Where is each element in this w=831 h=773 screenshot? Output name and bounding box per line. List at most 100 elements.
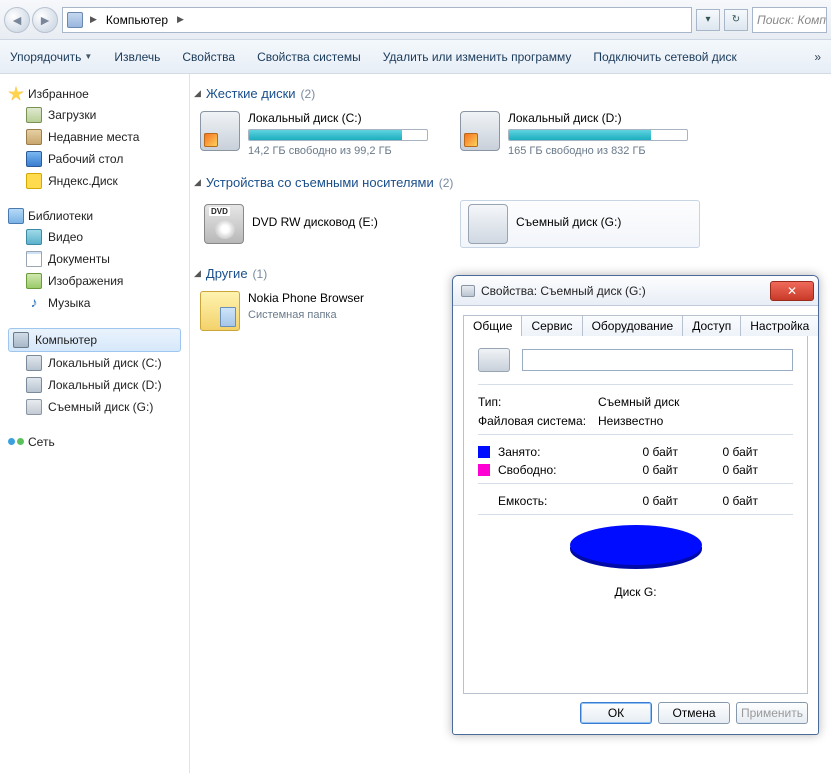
sidebar-music[interactable]: ♪Музыка (8, 292, 189, 314)
navigation-pane: Избранное Загрузки Недавние места Рабочи… (0, 74, 190, 773)
sidebar-drive-d[interactable]: Локальный диск (D:) (8, 374, 189, 396)
used-swatch (478, 446, 490, 458)
toolbar: Упорядочить ▼ Извлечь Свойства Свойства … (0, 40, 831, 74)
close-button[interactable]: ✕ (770, 281, 814, 301)
usage-pie-chart (570, 525, 702, 575)
libraries-icon (8, 208, 24, 224)
tb-map-drive[interactable]: Подключить сетевой диск (593, 50, 736, 64)
drive-c-usage-bar (248, 129, 428, 141)
cancel-button[interactable]: Отмена (658, 702, 730, 724)
free-swatch (478, 464, 490, 476)
apply-button[interactable]: Применить (736, 702, 808, 724)
hdd-icon (200, 111, 240, 151)
group-other-count: (1) (253, 267, 268, 281)
sidebar-drive-c[interactable]: Локальный диск (C:) (8, 352, 189, 374)
sidebar-network[interactable]: Сеть (8, 432, 189, 452)
hdd-icon (26, 355, 42, 371)
tab-hardware[interactable]: Оборудование (582, 315, 684, 336)
crumb-computer[interactable]: Компьютер (104, 13, 170, 27)
collapse-icon[interactable]: ◢ (194, 268, 201, 279)
type-value: Съемный диск (598, 395, 679, 409)
sidebar-images[interactable]: Изображения (8, 270, 189, 292)
downloads-icon (26, 107, 42, 123)
network-icon (8, 434, 24, 450)
properties-dialog: Свойства: Съемный диск (G:) ✕ Общие Серв… (452, 275, 819, 735)
collapse-icon[interactable]: ◢ (194, 177, 201, 188)
drive-icon (478, 348, 510, 372)
drive-c-free: 14,2 ГБ свободно из 99,2 ГБ (248, 145, 440, 157)
sidebar-desktop[interactable]: Рабочий стол (8, 148, 189, 170)
used-human: 0 байт (678, 445, 758, 459)
sidebar-downloads[interactable]: Загрузки (8, 104, 189, 126)
drive-dvd-name: DVD RW дисковод (E:) (252, 215, 378, 229)
tab-general[interactable]: Общие (463, 315, 522, 336)
phone-folder-icon (200, 291, 240, 331)
hdd-icon (26, 377, 42, 393)
tab-access[interactable]: Доступ (682, 315, 741, 336)
tb-properties[interactable]: Свойства (182, 50, 235, 64)
computer-icon (13, 332, 29, 348)
group-removable-count: (2) (439, 176, 454, 190)
forward-button[interactable]: ► (32, 7, 58, 33)
computer-icon (67, 12, 83, 28)
sidebar-drive-g[interactable]: Съемный диск (G:) (8, 396, 189, 418)
ok-button[interactable]: ОК (580, 702, 652, 724)
collapse-icon[interactable]: ◢ (194, 88, 201, 99)
sidebar-yadisk[interactable]: Яндекс.Диск (8, 170, 189, 192)
capacity-human: 0 байт (678, 494, 758, 508)
drive-c-name: Локальный диск (C:) (248, 111, 440, 125)
drive-d-name: Локальный диск (D:) (508, 111, 700, 125)
free-human: 0 байт (678, 463, 758, 477)
drive-c[interactable]: Локальный диск (C:) 14,2 ГБ свободно из … (200, 111, 440, 157)
sidebar-video[interactable]: Видео (8, 226, 189, 248)
free-label: Свободно: (498, 463, 588, 477)
drive-d-usage-bar (508, 129, 688, 141)
recent-icon (26, 129, 42, 145)
dialog-title: Свойства: Съемный диск (G:) (481, 284, 646, 298)
drive-nokia[interactable]: Nokia Phone Browser Системная папка (200, 291, 440, 331)
sidebar-favorites[interactable]: Избранное (8, 84, 189, 104)
tb-system-properties[interactable]: Свойства системы (257, 50, 361, 64)
refresh-button[interactable]: ↻ (724, 9, 748, 31)
sidebar-recent[interactable]: Недавние места (8, 126, 189, 148)
sidebar-libraries[interactable]: Библиотеки (8, 206, 189, 226)
chevron-down-icon: ▼ (84, 52, 92, 61)
tab-service[interactable]: Сервис (521, 315, 582, 336)
desktop-icon (26, 151, 42, 167)
music-icon: ♪ (26, 295, 42, 311)
search-input[interactable]: Поиск: Компьютер (752, 7, 827, 33)
dialog-titlebar[interactable]: Свойства: Съемный диск (G:) ✕ (453, 276, 818, 306)
chevron-right-icon: ▶ (87, 14, 100, 25)
tb-uninstall[interactable]: Удалить или изменить программу (383, 50, 572, 64)
drive-d-free: 165 ГБ свободно из 832 ГБ (508, 145, 700, 157)
address-bar: ◄ ► ▶ Компьютер ▶ ▾ ↻ Поиск: Компьютер (0, 0, 831, 40)
back-button[interactable]: ◄ (4, 7, 30, 33)
document-icon (26, 251, 42, 267)
drive-nokia-name: Nokia Phone Browser (248, 291, 440, 305)
tb-organize[interactable]: Упорядочить ▼ (10, 50, 92, 64)
group-removable-title[interactable]: Устройства со съемными носителями (206, 175, 434, 190)
tab-content-general: Тип:Съемный диск Файловая система:Неизве… (463, 335, 808, 694)
group-hdd-count: (2) (301, 87, 316, 101)
group-hdd-title[interactable]: Жесткие диски (206, 86, 296, 101)
tab-settings[interactable]: Настройка (740, 315, 819, 336)
type-label: Тип: (478, 395, 598, 409)
sidebar-documents[interactable]: Документы (8, 248, 189, 270)
drive-dvd[interactable]: DVD RW дисковод (E:) (200, 200, 440, 248)
used-label: Занято: (498, 445, 588, 459)
tb-overflow[interactable]: » (814, 50, 821, 64)
group-other-title[interactable]: Другие (206, 266, 248, 281)
drive-usb-name: Съемный диск (G:) (516, 215, 621, 229)
history-dropdown[interactable]: ▾ (696, 9, 720, 31)
usb-icon (26, 399, 42, 415)
drive-nokia-sub: Системная папка (248, 309, 440, 321)
sidebar-computer[interactable]: Компьютер (8, 328, 181, 352)
drive-label-input[interactable] (522, 349, 793, 371)
tb-extract[interactable]: Извлечь (114, 50, 160, 64)
chevron-right-icon: ▶ (174, 14, 187, 25)
used-bytes: 0 байт (588, 445, 678, 459)
breadcrumb[interactable]: ▶ Компьютер ▶ (62, 7, 692, 33)
usb-icon (468, 204, 508, 244)
drive-d[interactable]: Локальный диск (D:) 165 ГБ свободно из 8… (460, 111, 700, 157)
drive-usb-g[interactable]: Съемный диск (G:) (460, 200, 700, 248)
